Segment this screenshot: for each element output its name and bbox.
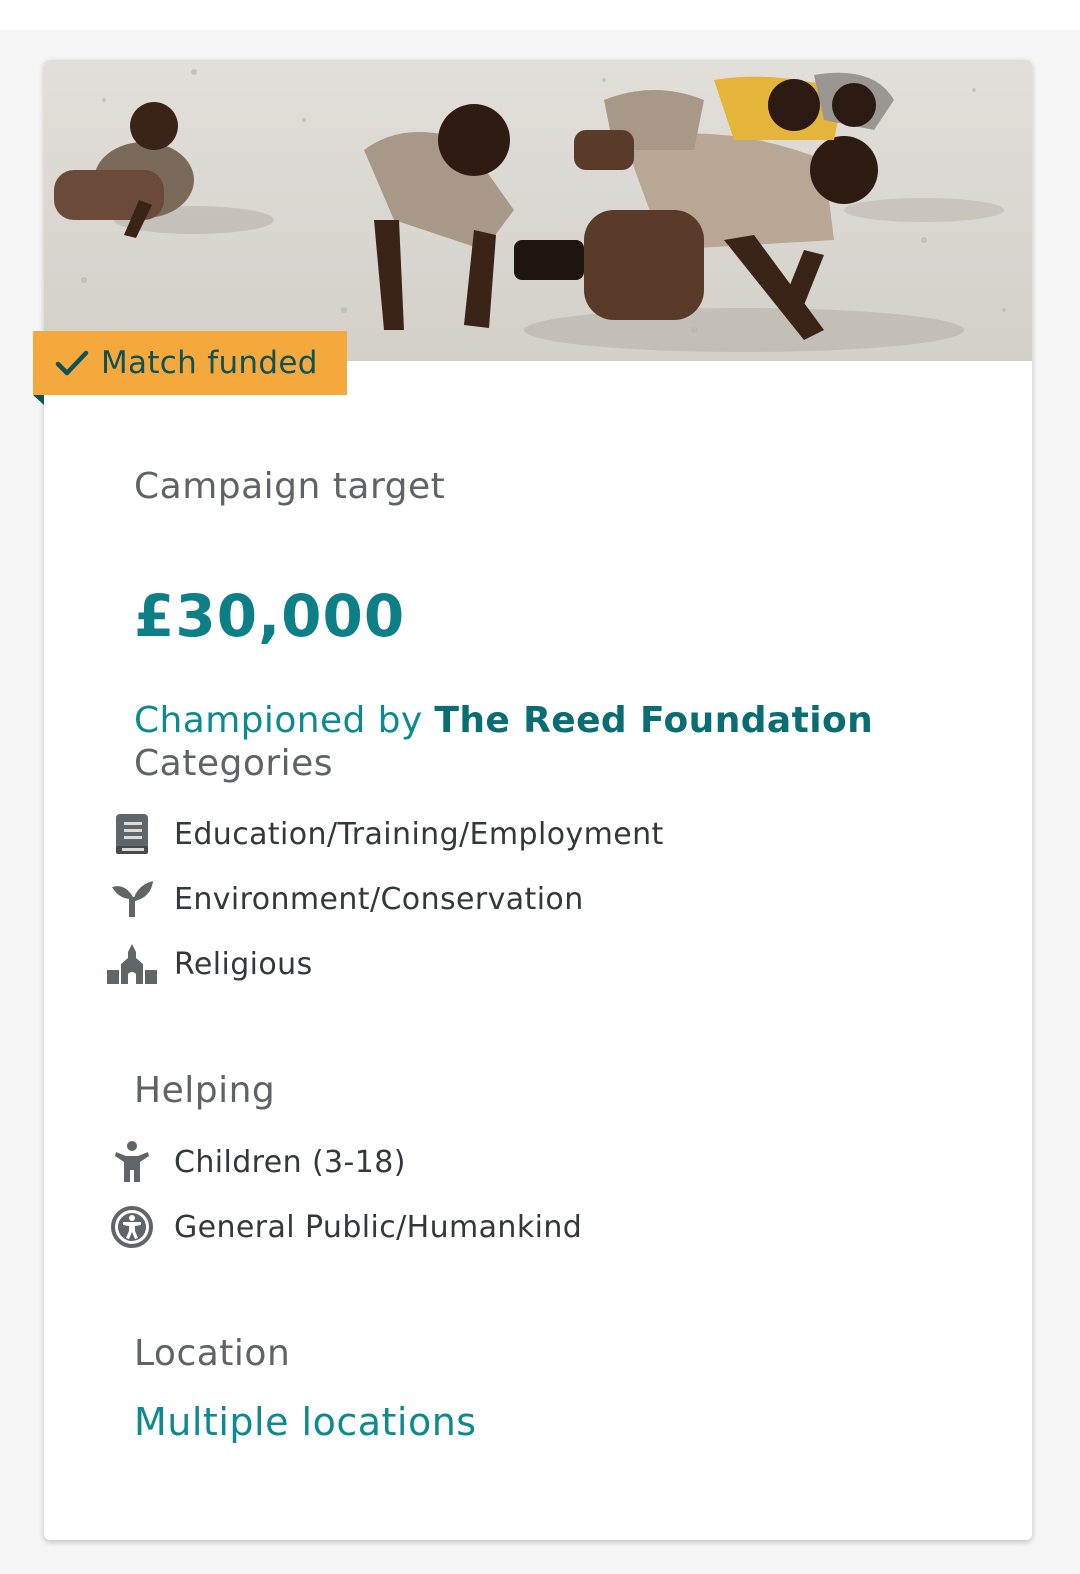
helping-label: General Public/Humankind	[174, 1209, 583, 1245]
helping-item: General Public/Humankind	[104, 1203, 582, 1251]
category-label: Education/Training/Employment	[174, 816, 664, 852]
location-link[interactable]: Multiple locations	[134, 1400, 477, 1444]
champion-name-link[interactable]: The Reed Foundation	[434, 700, 873, 741]
category-item: Education/Training/Employment	[104, 810, 664, 858]
category-label: Environment/Conservation	[174, 881, 584, 917]
badge-fold	[33, 395, 44, 405]
book-icon	[104, 810, 160, 858]
top-bar	[0, 0, 1080, 30]
check-icon	[55, 350, 89, 376]
church-icon	[104, 940, 160, 988]
category-label: Religious	[174, 946, 313, 982]
championed-by-prefix: Championed by	[134, 700, 423, 741]
category-item: Religious	[104, 940, 313, 988]
helping-item: Children (3-18)	[104, 1138, 406, 1186]
campaign-photo-illustration	[44, 60, 1032, 361]
campaign-target-label: Campaign target	[134, 466, 446, 507]
location-heading: Location	[134, 1333, 291, 1374]
match-funded-label: Match funded	[101, 345, 318, 381]
campaign-photo[interactable]	[44, 60, 1032, 361]
match-funded-badge: Match funded	[33, 331, 347, 395]
accessibility-icon	[104, 1203, 160, 1251]
child-icon	[104, 1138, 160, 1186]
category-item: Environment/Conservation	[104, 875, 584, 923]
categories-heading: Categories	[134, 743, 334, 784]
helping-heading: Helping	[134, 1070, 276, 1111]
campaign-target-value: £30,000	[134, 582, 406, 650]
championed-by: Championed by The Reed Foundation	[134, 700, 873, 741]
helping-label: Children (3-18)	[174, 1144, 406, 1180]
sprout-icon	[104, 875, 160, 923]
campaign-card: Campaign target £30,000 Championed by Th…	[44, 60, 1032, 1540]
